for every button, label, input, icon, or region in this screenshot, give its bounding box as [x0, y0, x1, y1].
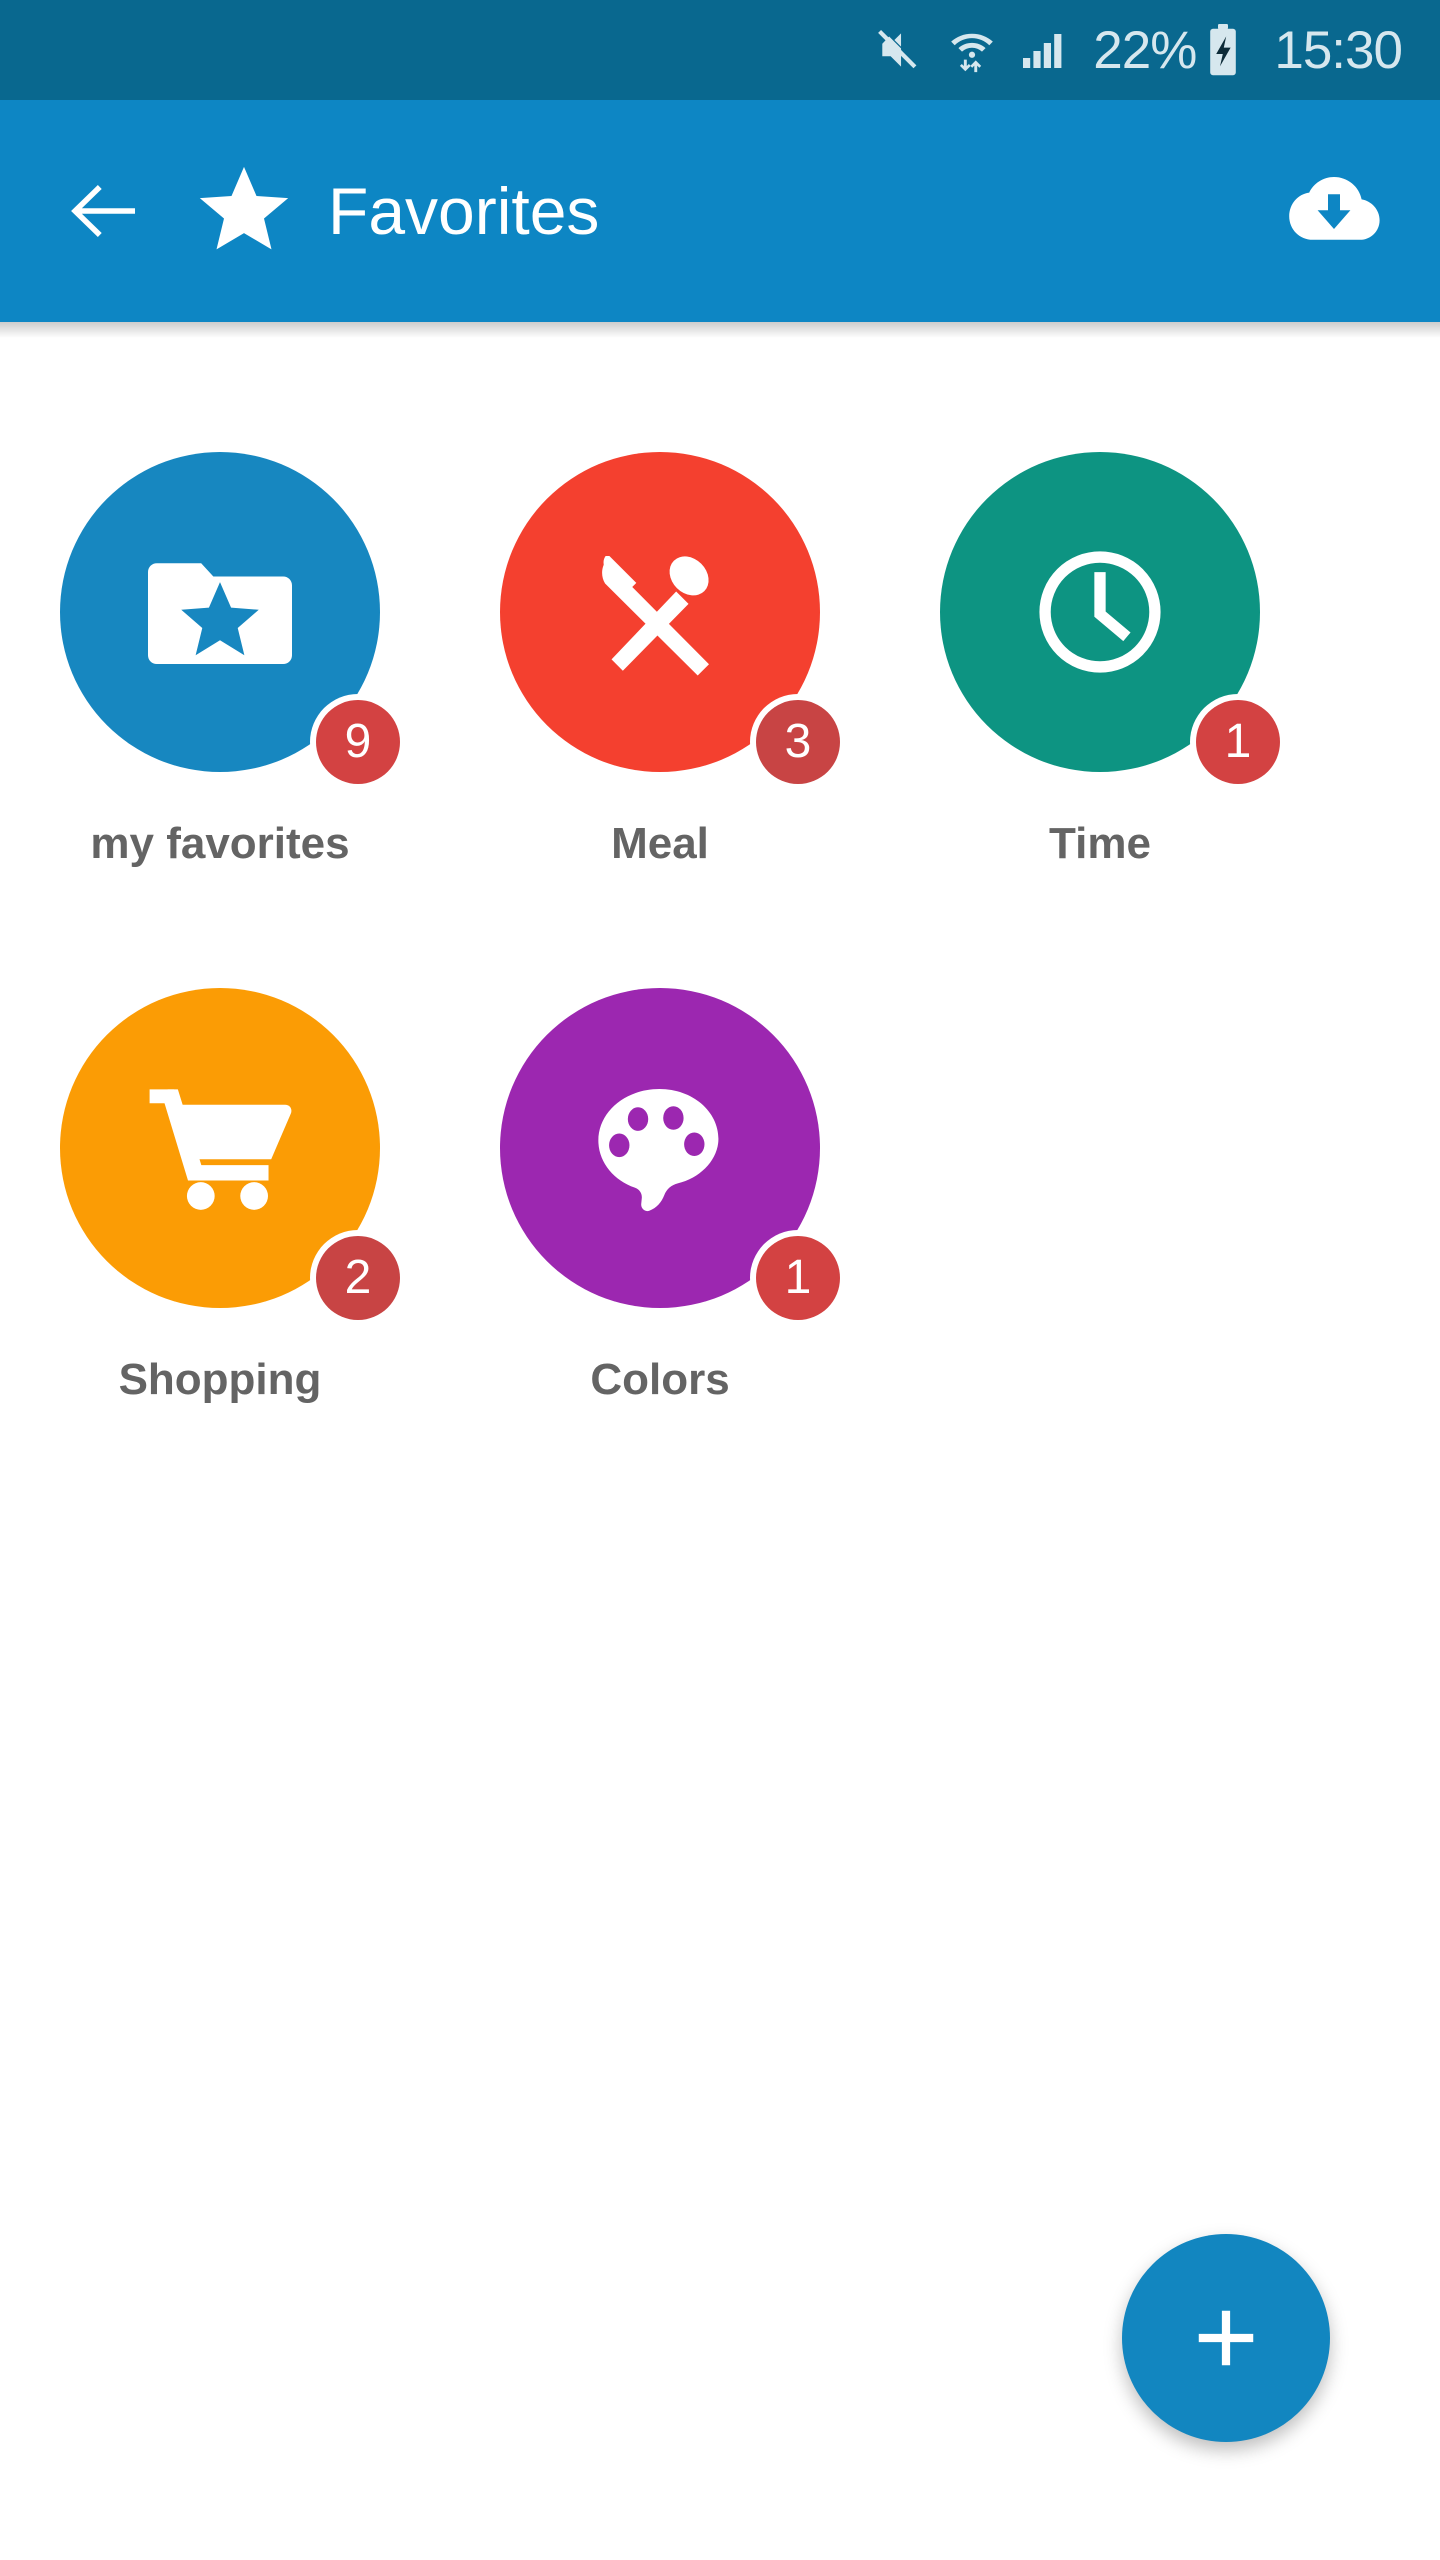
grid-item-label: my favorites [90, 819, 350, 868]
battery-percent-text: 22% [1093, 20, 1197, 80]
clock-text: 15:30 [1274, 20, 1403, 80]
signal-icon [1019, 26, 1067, 74]
arrow-left-icon [71, 184, 136, 238]
shopping-cart-icon [149, 1089, 292, 1210]
status-bar: 22% 15:30 [0, 0, 1440, 100]
app-bar-shadow [0, 322, 1440, 338]
disc-wrapper: 2 [60, 988, 406, 1326]
grid-item-label: Meal [611, 819, 709, 868]
cloud-download-icon [1289, 177, 1380, 240]
clock-icon [1039, 551, 1161, 673]
cloud-download-button[interactable] [1284, 161, 1384, 261]
folder-star-icon [148, 563, 292, 665]
grid-item-colors[interactable]: 1 Colors [440, 988, 880, 1524]
badge: 2 [310, 1230, 406, 1326]
favorites-grid: 9 my favorites 3 Meal 1 Time 2 Shopping … [0, 338, 1440, 1524]
plus-icon [1198, 2310, 1254, 2366]
add-favorite-fab[interactable] [1122, 2234, 1330, 2442]
grid-item-label: Colors [590, 1355, 730, 1404]
badge: 9 [310, 694, 406, 790]
mute-icon [875, 25, 925, 75]
disc-wrapper: 1 [940, 452, 1286, 790]
badge-count: 1 [756, 1236, 840, 1320]
grid-item-shopping[interactable]: 2 Shopping [0, 988, 440, 1524]
back-button[interactable] [60, 168, 146, 254]
badge: 1 [750, 1230, 846, 1326]
disc-wrapper: 1 [500, 988, 846, 1326]
badge-count: 3 [756, 700, 840, 784]
badge-count: 2 [316, 1236, 400, 1320]
badge-count: 1 [1196, 700, 1280, 784]
battery-charging-icon [1202, 24, 1244, 76]
knife-spoon-icon [602, 556, 709, 676]
app-screen: 22% 15:30 Favorites 9 my favorites 3 Mea… [0, 0, 1440, 2560]
badge-count: 9 [316, 700, 400, 784]
grid-item-label: Shopping [118, 1355, 322, 1404]
badge: 1 [1190, 694, 1286, 790]
badge: 3 [750, 694, 846, 790]
page-title: Favorites [328, 174, 600, 248]
star-icon [192, 159, 296, 263]
wifi-icon [947, 25, 997, 75]
grid-item-meal[interactable]: 3 Meal [440, 452, 880, 988]
palette-icon [598, 1089, 719, 1212]
app-bar: Favorites [0, 100, 1440, 322]
grid-item-time[interactable]: 1 Time [880, 452, 1320, 988]
disc-wrapper: 9 [60, 452, 406, 790]
disc-wrapper: 3 [500, 452, 846, 790]
grid-item-my-favorites[interactable]: 9 my favorites [0, 452, 440, 988]
grid-item-label: Time [1049, 819, 1151, 868]
